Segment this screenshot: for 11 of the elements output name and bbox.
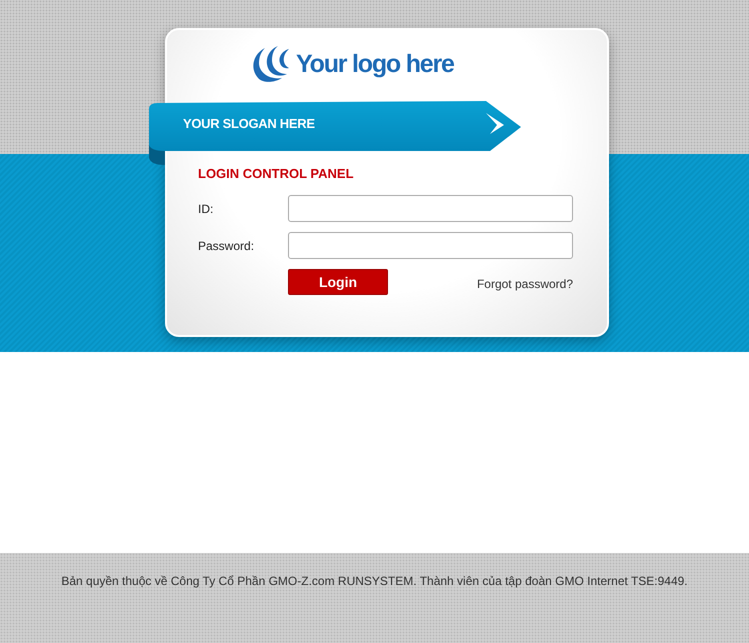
field-label: ID: xyxy=(198,202,214,216)
copyright-text: Bản quyền thuộc về Công Ty Cổ Phần GMO-Z.com RUNSYSTEM. Thành viên của tập đoàn GMO Internet TSE:9449. xyxy=(61,573,688,589)
forgot-password-link[interactable]: Forgot password? xyxy=(476,277,573,291)
input-field[interactable] xyxy=(288,195,573,222)
logo-text: Your logo here xyxy=(296,49,454,79)
panel-title: LOGIN CONTROL PANEL xyxy=(198,166,354,182)
input-field[interactable] xyxy=(288,232,573,259)
chevron-icon xyxy=(486,113,504,134)
field-label: Password: xyxy=(198,238,256,252)
slogan-text: YOUR SLOGAN HERE xyxy=(183,116,315,132)
login-button[interactable]: Login xyxy=(288,269,388,295)
